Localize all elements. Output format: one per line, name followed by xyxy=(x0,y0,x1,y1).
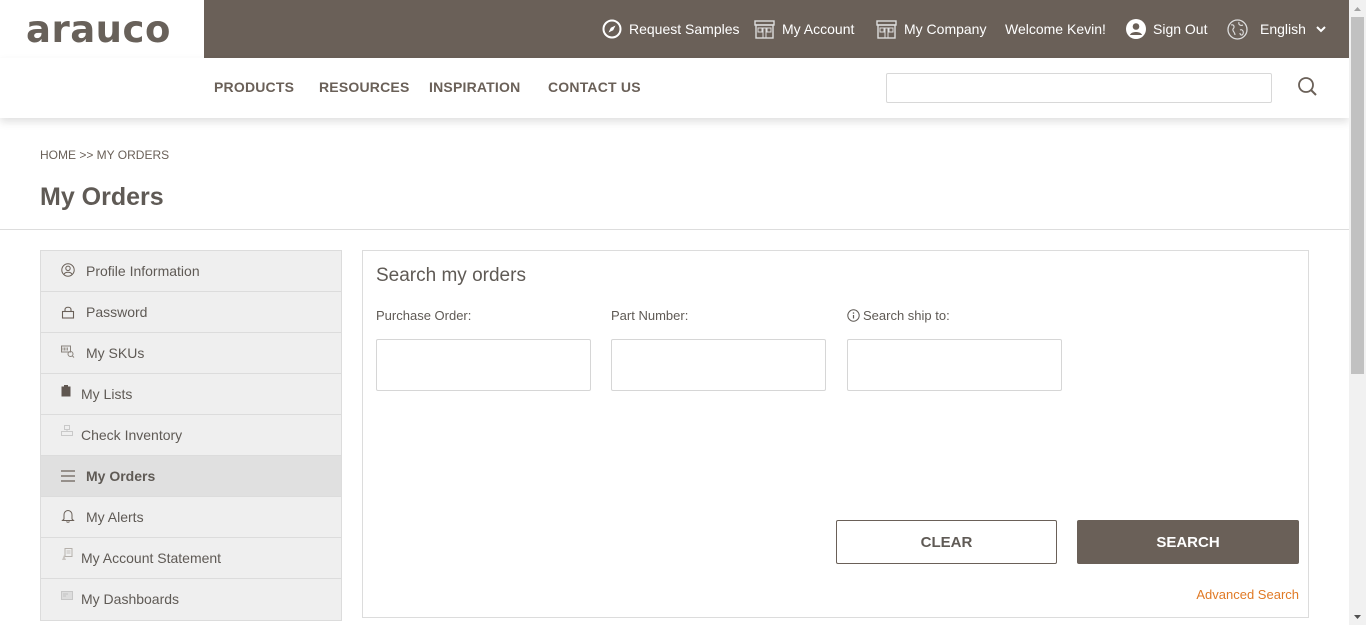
sidebar-item-check-inventory[interactable]: Check Inventory xyxy=(41,415,341,456)
advanced-search-link[interactable]: Advanced Search xyxy=(1196,587,1299,602)
statement-icon xyxy=(62,548,73,560)
inventory-icon xyxy=(61,425,73,436)
page: arauco Request Samples My Account My Com… xyxy=(0,0,1349,625)
user-circle-icon xyxy=(61,263,75,277)
utility-bar: Request Samples My Account My Company We… xyxy=(204,0,1349,58)
store-icon xyxy=(754,19,775,39)
search-button[interactable]: SEARCH xyxy=(1077,520,1299,564)
main-nav: PRODUCTS RESOURCES INSPIRATION CONTACT U… xyxy=(0,58,1349,118)
search-ship-to-text: Search ship to: xyxy=(863,308,950,323)
sidebar-item-label: My Orders xyxy=(86,468,156,484)
sidebar-item-label: Password xyxy=(86,304,148,320)
info-icon[interactable] xyxy=(847,309,860,322)
sidebar-item-my-skus[interactable]: My SKUs xyxy=(41,333,341,374)
caret-down-icon xyxy=(1354,614,1361,619)
sidebar-item-my-alerts[interactable]: My Alerts xyxy=(41,497,341,538)
sku-search-icon xyxy=(61,345,75,358)
nav-products[interactable]: PRODUCTS xyxy=(214,79,294,95)
search-icon xyxy=(1298,77,1317,96)
sidebar-item-label: My Lists xyxy=(81,386,133,402)
logo-area: arauco xyxy=(0,0,204,58)
bell-icon xyxy=(61,509,75,523)
lock-icon xyxy=(61,306,75,319)
my-company-label: My Company xyxy=(904,21,987,37)
sidebar-item-my-dashboards[interactable]: My Dashboards xyxy=(41,579,341,620)
purchase-order-label: Purchase Order: xyxy=(376,308,472,323)
top-bar: arauco Request Samples My Account My Com… xyxy=(0,0,1349,58)
sidebar-item-my-orders[interactable]: My Orders xyxy=(41,456,341,497)
nav-contact-us[interactable]: CONTACT US xyxy=(548,79,641,95)
sidebar-item-password[interactable]: Password xyxy=(41,292,341,333)
compass-icon xyxy=(602,19,622,39)
scroll-up-arrow[interactable] xyxy=(1349,0,1366,17)
language-label: English xyxy=(1260,21,1306,37)
scroll-down-arrow[interactable] xyxy=(1349,608,1366,625)
sidebar-item-my-lists[interactable]: My Lists xyxy=(41,374,341,415)
caret-up-icon xyxy=(1354,6,1361,11)
arauco-logo[interactable]: arauco xyxy=(26,8,171,51)
chevron-down-icon xyxy=(1316,25,1326,32)
clipboard-icon xyxy=(61,385,71,397)
my-company-link[interactable]: My Company xyxy=(876,0,986,58)
welcome-text: Welcome Kevin! xyxy=(1005,21,1106,37)
nav-resources[interactable]: RESOURCES xyxy=(319,79,409,95)
search-ship-to-label: Search ship to: xyxy=(847,308,950,323)
globe-icon xyxy=(1227,18,1248,40)
language-selector[interactable]: English xyxy=(1227,0,1333,58)
my-account-link[interactable]: My Account xyxy=(754,0,854,58)
my-account-label: My Account xyxy=(782,21,855,37)
title-divider xyxy=(0,229,1349,230)
request-samples-label: Request Samples xyxy=(629,21,740,37)
sign-out-label: Sign Out xyxy=(1153,21,1208,37)
nav-inspiration[interactable]: INSPIRATION xyxy=(429,79,520,95)
sign-out-link[interactable]: Sign Out xyxy=(1126,0,1207,58)
sidebar-item-label: My Dashboards xyxy=(81,591,180,607)
store-icon xyxy=(876,19,897,39)
site-search-button[interactable] xyxy=(1297,76,1321,100)
sidebar-item-profile-information[interactable]: Profile Information xyxy=(41,251,341,292)
clear-button[interactable]: CLEAR xyxy=(836,520,1057,564)
sidebar-item-my-account-statement[interactable]: My Account Statement xyxy=(41,538,341,579)
sidebar-item-label: Check Inventory xyxy=(81,427,183,443)
purchase-order-input[interactable] xyxy=(376,339,591,391)
account-sidebar: Profile Information Password My SKUs My … xyxy=(40,250,342,621)
part-number-input[interactable] xyxy=(611,339,826,391)
search-ship-to-input[interactable] xyxy=(847,339,1062,391)
sidebar-item-label: Profile Information xyxy=(86,263,200,279)
page-title: My Orders xyxy=(40,183,164,211)
scroll-thumb[interactable] xyxy=(1351,17,1364,374)
request-samples-link[interactable]: Request Samples xyxy=(602,0,740,58)
breadcrumb[interactable]: HOME >> MY ORDERS xyxy=(40,148,169,162)
dashboard-icon xyxy=(61,591,73,600)
sidebar-item-label: My SKUs xyxy=(86,345,145,361)
part-number-label: Part Number: xyxy=(611,308,689,323)
panel-title: Search my orders xyxy=(376,265,526,286)
list-icon xyxy=(61,470,75,482)
page-scrollbar[interactable] xyxy=(1349,0,1366,625)
user-icon xyxy=(1126,19,1146,39)
sidebar-item-label: My Account Statement xyxy=(81,550,222,566)
site-search-input[interactable] xyxy=(886,73,1272,103)
search-orders-panel: Search my orders Purchase Order: Part Nu… xyxy=(362,250,1309,618)
sidebar-item-label: My Alerts xyxy=(86,509,144,525)
